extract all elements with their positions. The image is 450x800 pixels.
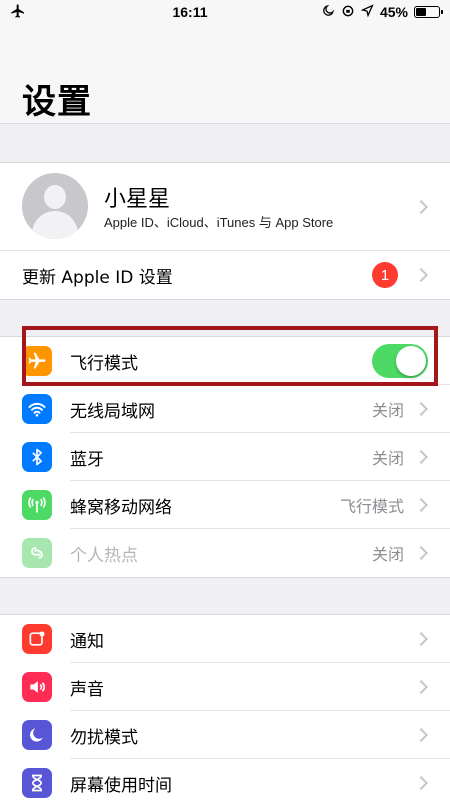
chevron-right-icon (413, 545, 429, 561)
connectivity-group: 飞行模式 无线局域网 关闭 蓝牙 关闭 蜂窝移动网络 飞行模式 个人热点 关闭 (0, 336, 450, 578)
cellular-row[interactable]: 蜂窝移动网络 飞行模式 (0, 481, 450, 529)
bluetooth-value: 关闭 (371, 449, 404, 468)
chevron-right-icon (413, 199, 429, 215)
profile-name: 小星星 (104, 187, 171, 212)
update-apple-id-label: 更新 Apple ID 设置 (22, 267, 173, 288)
chevron-right-icon (413, 727, 429, 743)
wifi-icon (22, 394, 52, 424)
battery-percent: 45% (379, 4, 408, 20)
screen-time-label: 屏幕使用时间 (70, 775, 172, 796)
screen-time-row[interactable]: 屏幕使用时间 (0, 759, 450, 800)
chevron-right-icon (413, 497, 429, 513)
chevron-right-icon (413, 267, 429, 283)
sound-row[interactable]: 声音 (0, 663, 450, 711)
wifi-value: 关闭 (371, 401, 404, 420)
chevron-right-icon (413, 631, 429, 647)
status-bar: 16:11 45% (0, 0, 450, 24)
notifications-label: 通知 (70, 631, 104, 652)
cellular-label: 蜂窝移动网络 (70, 497, 172, 518)
chevron-right-icon (413, 401, 429, 417)
location-icon (360, 4, 374, 20)
battery-fill (416, 8, 426, 16)
profile-group: 小星星 Apple ID、iCloud、iTunes 与 App Store 更… (0, 162, 450, 300)
do-not-disturb-row[interactable]: 勿扰模式 (0, 711, 450, 759)
wifi-label: 无线局域网 (70, 401, 155, 422)
notifications-icon (22, 624, 52, 654)
airplane-mode-row[interactable]: 飞行模式 (0, 337, 450, 385)
hourglass-icon (22, 768, 52, 798)
status-time: 16:11 (172, 4, 208, 20)
cellular-value: 飞行模式 (339, 497, 404, 516)
moon-icon (22, 720, 52, 750)
bluetooth-label: 蓝牙 (70, 449, 104, 470)
moon-icon (322, 4, 335, 20)
rotation-lock-icon (341, 4, 355, 21)
bluetooth-icon (22, 442, 52, 472)
airplane-mode-toggle[interactable] (372, 344, 428, 378)
page-header: 设置 (0, 24, 450, 124)
notification-badge: 1 (372, 262, 398, 288)
airplane-icon (10, 3, 26, 22)
profile-row[interactable]: 小星星 Apple ID、iCloud、iTunes 与 App Store (0, 163, 450, 251)
general-group: 通知 声音 勿扰模式 屏幕使用时间 (0, 614, 450, 800)
chevron-right-icon (413, 679, 429, 695)
battery-icon (414, 6, 443, 18)
hotspot-icon (22, 538, 52, 568)
bluetooth-row[interactable]: 蓝牙 关闭 (0, 433, 450, 481)
cellular-icon (22, 490, 52, 520)
hotspot-label: 个人热点 (70, 545, 138, 566)
profile-subtitle: Apple ID、iCloud、iTunes 与 App Store (104, 215, 334, 230)
hotspot-value: 关闭 (371, 545, 404, 564)
airplane-mode-label: 飞行模式 (70, 353, 138, 374)
do-not-disturb-label: 勿扰模式 (70, 727, 138, 748)
notifications-row[interactable]: 通知 (0, 615, 450, 663)
chevron-right-icon (413, 775, 429, 791)
page-title: 设置 (22, 82, 92, 122)
sound-label: 声音 (70, 679, 104, 700)
hotspot-row[interactable]: 个人热点 关闭 (0, 529, 450, 577)
avatar (22, 173, 88, 239)
wifi-row[interactable]: 无线局域网 关闭 (0, 385, 450, 433)
airplane-icon (22, 346, 52, 376)
chevron-right-icon (413, 449, 429, 465)
update-apple-id-row[interactable]: 更新 Apple ID 设置 1 (0, 251, 450, 299)
sound-icon (22, 672, 52, 702)
